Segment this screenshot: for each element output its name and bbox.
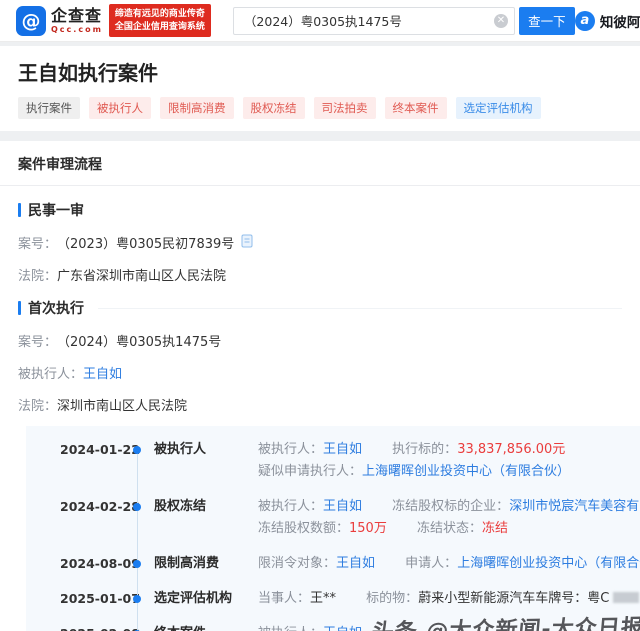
section-title: 首次执行 bbox=[28, 301, 84, 317]
qcc-slogan: 缔造有远见的商业传奇 全国企业信用查询系统 bbox=[108, 4, 211, 37]
timeline-item-consumption-restriction: 2024-08-09 限制高消费 限消令对象：王自如 申请人：上海曙晖创业投资中… bbox=[26, 554, 640, 576]
timeline-dot bbox=[133, 503, 141, 511]
applicant-link[interactable]: 上海曙晖创业投资中心（有限合伙） bbox=[362, 464, 570, 479]
field-label: 被执行人： bbox=[258, 442, 324, 457]
field-label: 被执行人： bbox=[258, 499, 324, 514]
person-link[interactable]: 王自如 bbox=[323, 499, 362, 514]
case-no-value: （2023）粤0305民初7839号 bbox=[57, 237, 235, 252]
section-first-execution: 首次执行 案号： （2024）粤0305执1475号 被执行人： 王自如 法院：… bbox=[0, 298, 640, 414]
court-label: 法院： bbox=[18, 399, 58, 414]
tag-appraisal-agency[interactable]: 选定评估机构 bbox=[455, 97, 541, 119]
field-label: 冻结股权数额： bbox=[258, 521, 350, 536]
field-label: 当事人： bbox=[258, 591, 311, 606]
timeline-label: 限制高消费 bbox=[154, 556, 220, 571]
frozen-equity-amount: 150万 bbox=[349, 521, 387, 536]
timeline-label: 终本案件 bbox=[154, 624, 258, 631]
search-input[interactable] bbox=[243, 13, 494, 28]
card-heading: 案件审理流程 bbox=[0, 141, 640, 186]
timeline-dot bbox=[133, 446, 141, 454]
qcc-logo-domain: Qcc.com bbox=[51, 24, 103, 34]
field-label: 被执行人： bbox=[258, 626, 323, 631]
section-bar bbox=[18, 203, 21, 217]
qcc-logo-text: 企查查 bbox=[51, 5, 103, 25]
section-civil-first-instance: 民事一审 案号： （2023）粤0305民初7839号 法院： 广东省深圳市南山… bbox=[0, 200, 640, 284]
court-value: 深圳市南山区人民法院 bbox=[57, 399, 188, 414]
section-bar bbox=[18, 301, 21, 315]
zhibi-alpha-brand[interactable]: a 知彼阿尔法 bbox=[574, 10, 640, 31]
case-no-label: 案号： bbox=[18, 237, 58, 252]
judgment-doc-icon[interactable] bbox=[241, 234, 253, 252]
slogan-line2: 全国企业信用查询系统 bbox=[114, 21, 205, 32]
alpha-icon: a bbox=[574, 10, 595, 31]
timeline-label: 被执行人 bbox=[154, 442, 207, 457]
timeline-item-equity-freeze: 2024-02-28 股权冻结 被执行人：王自如 冻结股权标的企业：深圳市悦宸汽… bbox=[26, 497, 640, 541]
timeline-item-executed-person: 2024-01-22 被执行人 被执行人：王自如 执行标的：33,837,856… bbox=[26, 440, 640, 484]
person-link[interactable]: 王自如 bbox=[336, 556, 375, 571]
timeline-date: 2025-01-07 bbox=[60, 591, 140, 606]
redacted-plate-block bbox=[613, 592, 640, 603]
brand-name: 知彼阿尔法 bbox=[599, 14, 640, 31]
title-card: 王自如执行案件 执行案件 被执行人 限制高消费 股权冻结 司法拍卖 终本案件 选… bbox=[0, 46, 640, 131]
timeline-dot bbox=[133, 595, 141, 603]
timeline-date: 2024-01-22 bbox=[60, 442, 140, 457]
tag-terminated-case[interactable]: 终本案件 bbox=[384, 97, 447, 119]
party-value: 王** bbox=[310, 591, 337, 606]
case-no-label: 案号： bbox=[18, 335, 58, 350]
timeline-item-terminated-case: 2025-02-08 终本案件 被执行人：王自如 执行标的：33,837,857… bbox=[26, 624, 640, 631]
executed-person-label: 被执行人： bbox=[18, 367, 84, 382]
timeline-item-appraisal-agency: 2025-01-07 选定评估机构 当事人：王** 标的物：蔚来小型新能源汽车车… bbox=[26, 589, 640, 611]
executed-person-link[interactable]: 王自如 bbox=[83, 363, 122, 382]
case-no-value: （2024）粤0305执1475号 bbox=[57, 335, 222, 350]
court-label: 法院： bbox=[18, 269, 58, 284]
timeline-dot bbox=[133, 560, 141, 568]
timeline-label: 股权冻结 bbox=[154, 499, 207, 514]
tag-equity-freeze[interactable]: 股权冻结 bbox=[242, 97, 305, 119]
field-label: 冻结状态： bbox=[416, 521, 482, 536]
subject-value: 蔚来小型新能源汽车车牌号：粤C bbox=[418, 591, 610, 606]
timeline-label: 选定评估机构 bbox=[154, 591, 233, 606]
section-title: 民事一审 bbox=[28, 203, 84, 219]
search-button[interactable]: 查一下 bbox=[518, 6, 575, 35]
court-value: 广东省深圳市南山区人民法院 bbox=[57, 269, 227, 284]
field-label: 疑似申请执行人： bbox=[258, 464, 363, 479]
person-link[interactable]: 王自如 bbox=[323, 442, 362, 457]
tag-execution-case[interactable]: 执行案件 bbox=[18, 97, 80, 119]
qcc-logo-icon: @ bbox=[16, 5, 46, 36]
field-label: 执行标的： bbox=[392, 442, 458, 457]
freeze-status: 冻结 bbox=[482, 521, 509, 536]
clear-search-icon[interactable]: ✕ bbox=[493, 13, 508, 28]
slogan-line1: 缔造有远见的商业传奇 bbox=[114, 9, 205, 20]
tag-row: 执行案件 被执行人 限制高消费 股权冻结 司法拍卖 终本案件 选定评估机构 bbox=[18, 97, 622, 119]
tag-judicial-auction[interactable]: 司法拍卖 bbox=[313, 97, 376, 119]
execution-timeline: 2024-01-22 被执行人 被执行人：王自如 执行标的：33,837,856… bbox=[26, 426, 640, 631]
tag-consumption-restriction[interactable]: 限制高消费 bbox=[160, 97, 234, 119]
timeline-date: 2025-02-08 bbox=[60, 624, 140, 631]
field-label: 标的物： bbox=[366, 591, 419, 606]
field-label: 申请人： bbox=[405, 556, 458, 571]
qcc-logo[interactable]: @ 企查查 Qcc.com bbox=[16, 5, 103, 36]
tag-person-executed[interactable]: 被执行人 bbox=[89, 97, 151, 119]
page-title: 王自如执行案件 bbox=[18, 61, 158, 85]
frozen-company-link[interactable]: 深圳市悦宸汽车美容有限公司 bbox=[509, 499, 640, 514]
timeline-date: 2024-08-09 bbox=[60, 556, 140, 571]
execution-amount: 33,837,856.00元 bbox=[457, 442, 566, 457]
timeline-date: 2024-02-28 bbox=[60, 499, 140, 514]
applicant-link[interactable]: 上海曙晖创业投资中心（有限合伙） bbox=[457, 556, 640, 571]
field-label: 冻结股权标的企业： bbox=[392, 499, 510, 514]
field-label: 限消令对象： bbox=[258, 556, 337, 571]
top-header: @ 企查查 Qcc.com 缔造有远见的商业传奇 全国企业信用查询系统 ✕ 查一… bbox=[0, 0, 640, 42]
case-process-card: 案件审理流程 民事一审 案号： （2023）粤0305民初7839号 法院： 广… bbox=[0, 141, 640, 631]
search-box: ✕ bbox=[232, 6, 515, 35]
person-link[interactable]: 王自如 bbox=[323, 626, 362, 631]
